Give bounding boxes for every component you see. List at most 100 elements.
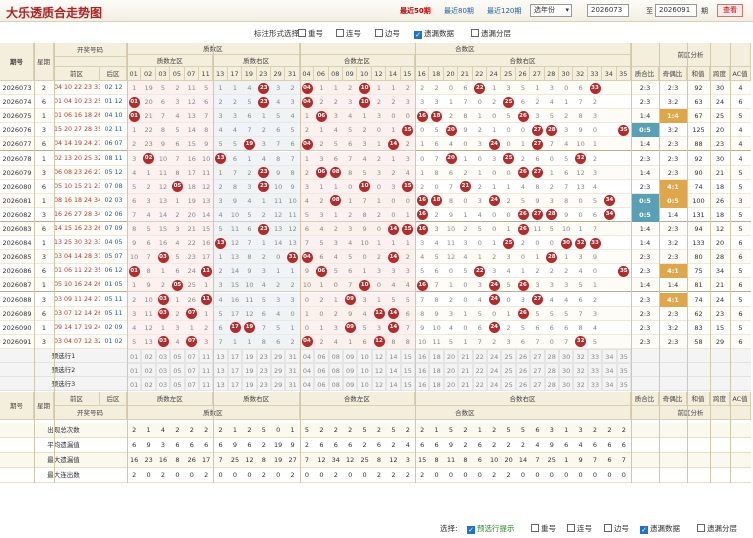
preselect-number[interactable]: 18 [429, 363, 444, 378]
preselect-number[interactable]: 22 [472, 348, 487, 363]
preselect-number[interactable]: 17 [227, 348, 243, 363]
preselect-number[interactable]: 10 [357, 377, 372, 392]
preselect-number[interactable]: 28 [544, 348, 559, 363]
preselect-number[interactable]: 17 [227, 377, 243, 392]
preselect-number[interactable]: 08 [328, 348, 343, 363]
preselect-number[interactable]: 19 [242, 363, 257, 378]
preselect-number[interactable]: 18 [429, 348, 444, 363]
preselect-number[interactable]: 25 [501, 363, 516, 378]
preselect-number[interactable]: 35 [616, 363, 631, 378]
preselect-number[interactable]: 08 [328, 363, 343, 378]
preselect-number[interactable]: 13 [213, 348, 228, 363]
preselect-number[interactable]: 28 [544, 377, 559, 392]
preselect-number[interactable]: 33 [587, 377, 603, 392]
preselect-number[interactable]: 33 [587, 348, 603, 363]
preselect-number[interactable]: 34 [602, 377, 617, 392]
preselect-number[interactable]: 10 [357, 363, 372, 378]
option-repeat[interactable]: 重号 [298, 28, 323, 39]
preselect-number[interactable]: 16 [415, 363, 430, 378]
preselect-number[interactable]: 07 [184, 363, 199, 378]
preselect-number[interactable]: 15 [400, 348, 415, 363]
preselect-number[interactable]: 16 [415, 348, 430, 363]
bottom-option-consecutive[interactable]: 连号 [567, 523, 592, 534]
preselect-number[interactable]: 31 [285, 363, 300, 378]
preselect-number[interactable]: 35 [616, 377, 631, 392]
preselect-number[interactable]: 06 [314, 363, 329, 378]
preselect-number[interactable]: 20 [443, 363, 459, 378]
preselect-number[interactable]: 24 [487, 377, 502, 392]
preselect-number[interactable]: 02 [141, 363, 156, 378]
preselect-number[interactable]: 03 [155, 348, 171, 363]
checkbox-icon[interactable] [567, 524, 575, 532]
preselect-number[interactable]: 11 [199, 377, 214, 392]
option-edge[interactable]: 边号 [375, 28, 400, 39]
preselect-number[interactable]: 12 [371, 348, 387, 363]
preselect-number[interactable]: 30 [559, 363, 574, 378]
checkbox-checked-icon[interactable]: ✓ [414, 31, 422, 39]
preselect-number[interactable]: 25 [501, 377, 516, 392]
preselect-number[interactable]: 01 [127, 363, 142, 378]
bottom-option-omission-layer[interactable]: 遗漏分层 [697, 523, 737, 534]
preselect-number[interactable]: 33 [587, 363, 603, 378]
checkbox-icon[interactable] [471, 29, 479, 37]
preselect-number[interactable]: 21 [458, 348, 473, 363]
preselect-number[interactable]: 24 [487, 348, 502, 363]
preselect-number[interactable]: 20 [443, 348, 459, 363]
preselect-number[interactable]: 13 [213, 363, 228, 378]
preselect-number[interactable]: 31 [285, 377, 300, 392]
preselect-number[interactable]: 04 [299, 377, 315, 392]
preselect-number[interactable]: 14 [386, 348, 401, 363]
preselect-number[interactable]: 11 [199, 348, 214, 363]
preselect-number[interactable]: 22 [472, 377, 487, 392]
preselect-number[interactable]: 11 [199, 363, 214, 378]
preselect-number[interactable]: 29 [271, 348, 286, 363]
preselect-number[interactable]: 25 [501, 348, 516, 363]
year-select[interactable]: 选年份 ▾ [530, 4, 572, 17]
preselect-number[interactable]: 07 [184, 348, 199, 363]
option-omission-layer[interactable]: 遗漏分层 [471, 28, 511, 39]
checkbox-icon[interactable] [336, 29, 344, 37]
from-period-input[interactable]: 2026073 [587, 4, 629, 17]
preselect-number[interactable]: 32 [573, 363, 588, 378]
preselect-number[interactable]: 27 [530, 363, 545, 378]
preselect-number[interactable]: 04 [299, 348, 315, 363]
preselect-number[interactable]: 17 [227, 363, 243, 378]
preselect-number[interactable]: 08 [328, 377, 343, 392]
preselect-number[interactable]: 01 [127, 377, 142, 392]
nav-recent-120[interactable]: 最近120期 [487, 6, 521, 16]
preselect-number[interactable]: 15 [400, 377, 415, 392]
preselect-number[interactable]: 04 [299, 363, 315, 378]
option-consecutive[interactable]: 连号 [336, 28, 361, 39]
preselect-number[interactable]: 03 [155, 377, 171, 392]
preselect-number[interactable]: 14 [386, 363, 401, 378]
preselect-number[interactable]: 20 [443, 377, 459, 392]
preselect-number[interactable]: 14 [386, 377, 401, 392]
preselect-number[interactable]: 22 [472, 363, 487, 378]
preselect-number[interactable]: 23 [256, 377, 271, 392]
preselect-number[interactable]: 29 [271, 377, 286, 392]
preselect-number[interactable]: 19 [242, 348, 257, 363]
preselect-number[interactable]: 05 [170, 377, 185, 392]
preselect-number[interactable]: 26 [515, 363, 531, 378]
nav-recent-50[interactable]: 最近50期 [400, 6, 431, 16]
preselect-number[interactable]: 06 [314, 348, 329, 363]
preselect-number[interactable]: 30 [559, 348, 574, 363]
bottom-option-omission-data[interactable]: ✓ 遗漏数据 [640, 523, 680, 534]
preselect-number[interactable]: 09 [343, 348, 358, 363]
preselect-number[interactable]: 09 [343, 377, 358, 392]
option-omission-data[interactable]: ✓ 遗漏数据 [414, 28, 454, 39]
preselect-number[interactable]: 19 [242, 377, 257, 392]
preselect-number[interactable]: 29 [271, 363, 286, 378]
checkbox-icon[interactable] [531, 524, 539, 532]
preselect-number[interactable]: 26 [515, 377, 531, 392]
checkbox-icon[interactable] [604, 524, 612, 532]
preselect-number[interactable]: 34 [602, 348, 617, 363]
bottom-option-repeat[interactable]: 重号 [531, 523, 556, 534]
preselect-number[interactable]: 28 [544, 363, 559, 378]
preselect-number[interactable]: 02 [141, 348, 156, 363]
checkbox-checked-icon[interactable]: ✓ [467, 526, 475, 534]
checkbox-icon[interactable] [375, 29, 383, 37]
bottom-option-edge[interactable]: 边号 [604, 523, 629, 534]
preselect-number[interactable]: 27 [530, 348, 545, 363]
preselect-number[interactable]: 23 [256, 363, 271, 378]
